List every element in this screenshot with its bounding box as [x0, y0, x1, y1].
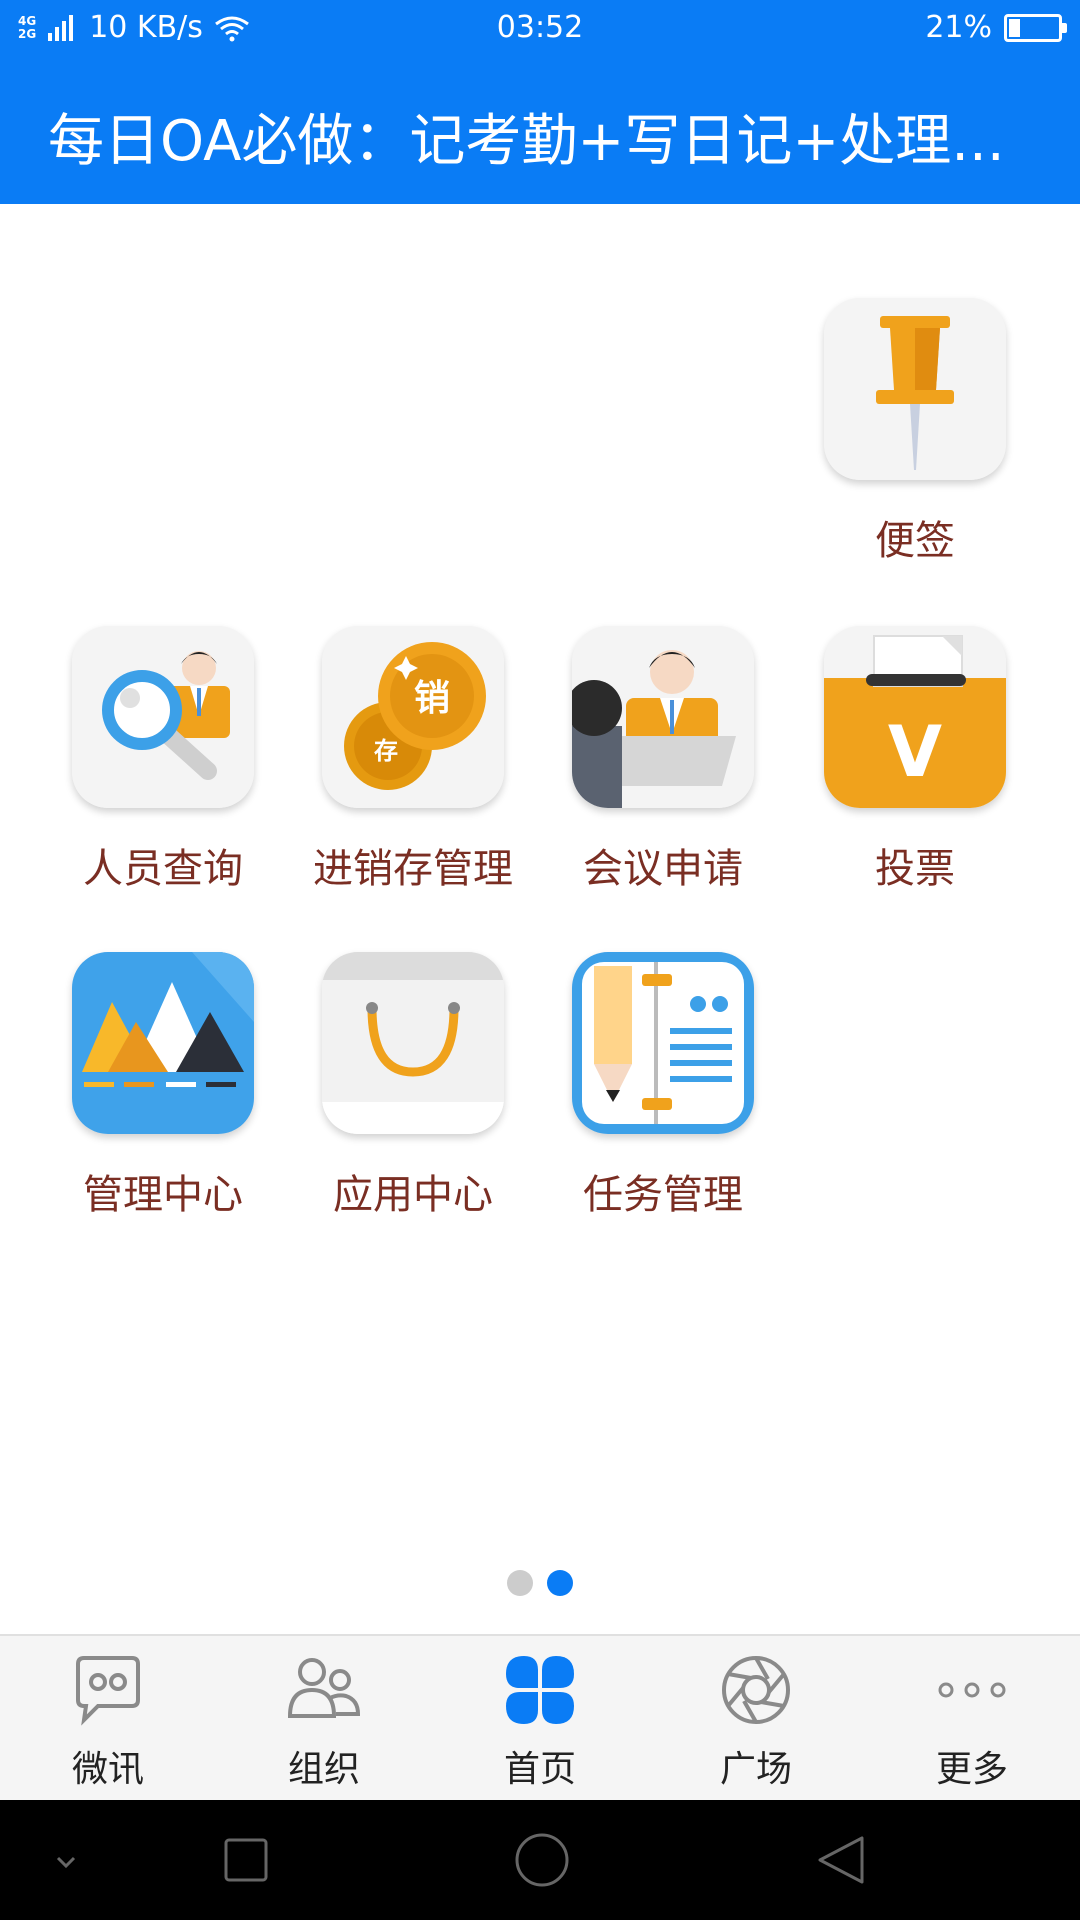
app-task-management[interactable]: 任务管理 [538, 952, 788, 1232]
page-dot[interactable] [507, 1570, 533, 1596]
aperture-icon [722, 1656, 790, 1724]
page-indicator [0, 1570, 1080, 1596]
back-triangle-icon[interactable] [818, 1836, 864, 1884]
status-right: 21% [925, 10, 1067, 45]
coin-label-bottom: 存 [374, 737, 398, 765]
header-banner[interactable]: 每日OA必做：记考勤+写日记+处理... [0, 58, 1080, 204]
page-dot[interactable] [547, 1570, 573, 1596]
tab-label: 首页 [503, 1749, 576, 1790]
app-label: 任务管理 [583, 1172, 743, 1218]
battery-level [1009, 18, 1020, 37]
more-dots-icon [938, 1682, 1006, 1698]
app-vote[interactable]: V 投票 [790, 626, 1040, 906]
coin-label-top: 销 [414, 678, 450, 719]
app-people-search[interactable]: 人员查询 [38, 626, 288, 906]
page-title[interactable]: 每日OA必做：记考勤+写日记+处理... [48, 96, 1040, 177]
app-app-center[interactable]: 应用中心 [288, 952, 538, 1232]
tab-organization[interactable]: 组织 [216, 1636, 432, 1800]
tab-label: 广场 [719, 1749, 792, 1790]
notebook-icon[interactable] [572, 952, 754, 1134]
battery-icon [1004, 13, 1067, 42]
chevron-down-icon[interactable] [56, 1856, 76, 1869]
shopping-bag-icon[interactable] [322, 952, 504, 1134]
tab-label: 更多 [935, 1749, 1008, 1790]
person-search-icon[interactable] [72, 626, 254, 808]
app-inventory[interactable]: 销 存 进销存管理 [288, 626, 538, 906]
people-icon [287, 1658, 361, 1718]
tab-more[interactable]: 更多 [864, 1636, 1080, 1800]
tab-weixun[interactable]: 微讯 [0, 1636, 216, 1800]
app-meeting[interactable]: 会议申请 [538, 626, 788, 906]
clock: 03:52 [496, 10, 584, 45]
app-label: 投票 [875, 846, 955, 892]
home-circle-icon[interactable] [515, 1833, 569, 1887]
bottom-tab-bar: 微讯 组织 首页 广场 更多 [0, 1634, 1080, 1800]
tab-label: 微讯 [71, 1749, 144, 1790]
chat-bubble-icon [76, 1656, 140, 1726]
battery-percent: 21% [925, 10, 992, 45]
app-notes[interactable]: 便签 [790, 298, 1040, 578]
status-bar: 4G 2G 10 KB/s 03:52 21% [0, 0, 1080, 58]
ballot-letter: V [888, 711, 942, 793]
app-label: 应用中心 [333, 1172, 493, 1218]
tab-home[interactable]: 首页 [432, 1636, 648, 1800]
four-leaf-grid-icon [506, 1656, 574, 1724]
app-label: 会议申请 [583, 846, 743, 892]
tab-label: 组织 [287, 1749, 360, 1790]
mountains-icon[interactable] [72, 952, 254, 1134]
app-label: 人员查询 [83, 846, 243, 892]
ballot-box-icon[interactable]: V [824, 626, 1006, 808]
pushpin-icon[interactable] [824, 298, 1006, 480]
app-admin-center[interactable]: 管理中心 [38, 952, 288, 1232]
tab-plaza[interactable]: 广场 [648, 1636, 864, 1800]
app-label: 便签 [875, 518, 955, 564]
recents-icon[interactable] [224, 1838, 268, 1882]
meeting-icon[interactable] [572, 626, 754, 808]
system-nav-bar [0, 1800, 1080, 1920]
app-label: 管理中心 [83, 1172, 243, 1218]
app-label: 进销存管理 [313, 846, 513, 892]
coins-icon[interactable]: 销 存 [322, 626, 504, 808]
